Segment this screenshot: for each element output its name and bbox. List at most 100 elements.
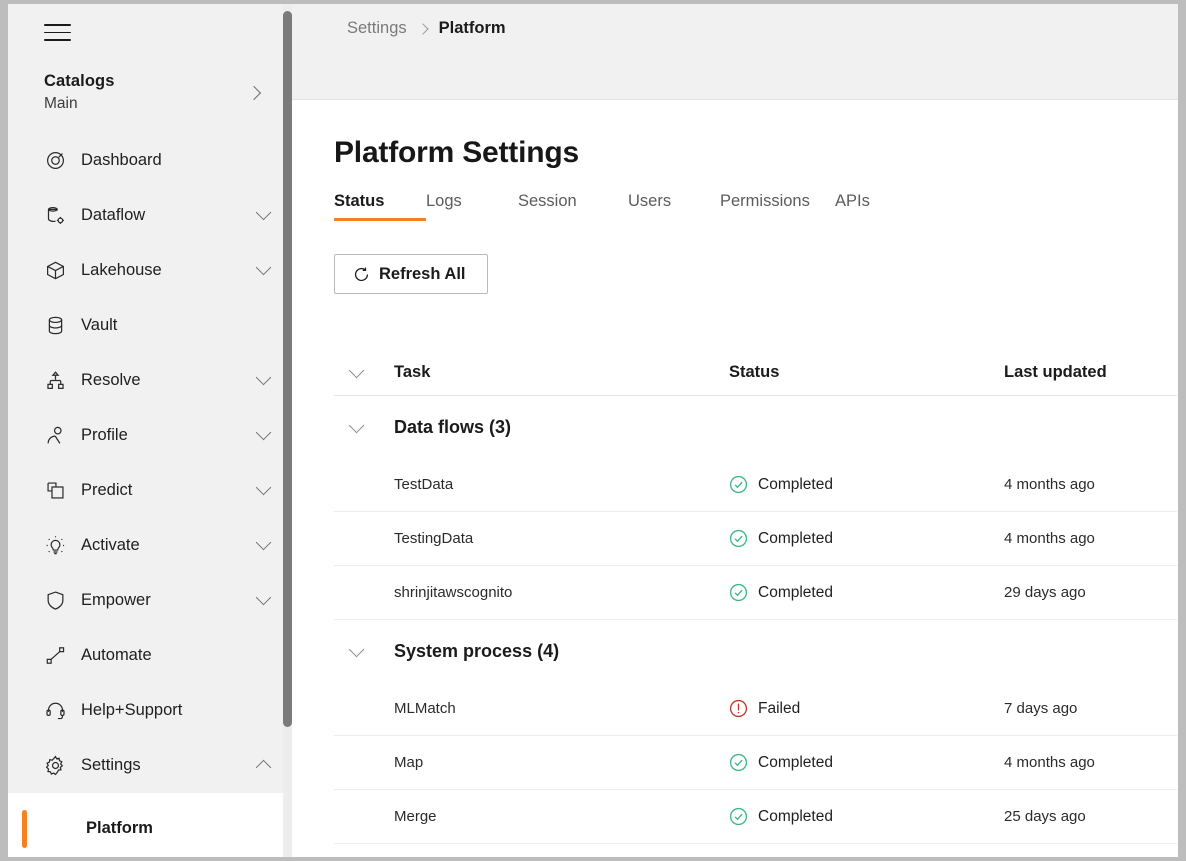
- cell-task: TestData: [394, 476, 729, 493]
- sidebar: Catalogs Main Dashboard: [8, 4, 291, 857]
- chevron-down-icon[interactable]: [256, 480, 272, 496]
- tab-users[interactable]: Users: [628, 192, 720, 225]
- cell-task: Merge: [394, 808, 729, 825]
- nodes-icon: [44, 644, 66, 666]
- table-row[interactable]: TestingData Completed 4 months ago: [334, 512, 1177, 566]
- refresh-all-button[interactable]: Refresh All: [334, 254, 488, 294]
- window-right-edge: [1178, 0, 1186, 861]
- topbar: Settings Platform: [292, 4, 1178, 100]
- sidebar-item-label: Dashboard: [81, 151, 269, 170]
- tab-apis[interactable]: APIs: [835, 192, 915, 225]
- chevron-down-icon[interactable]: [349, 417, 365, 433]
- sidebar-subitem-label: Platform: [86, 819, 153, 838]
- cell-status: Failed: [729, 699, 1004, 718]
- cell-task: TestingData: [394, 530, 729, 547]
- sidebar-item-resolve[interactable]: Resolve: [8, 353, 291, 408]
- chevron-down-icon[interactable]: [256, 425, 272, 441]
- tab-session[interactable]: Session: [518, 192, 628, 225]
- tab-status[interactable]: Status: [334, 192, 426, 225]
- sidebar-item-dashboard[interactable]: Dashboard: [8, 133, 291, 188]
- shield-icon: [44, 589, 66, 611]
- table-row[interactable]: shrinjitawscognito Completed 29 days ago: [334, 566, 1177, 620]
- lightbulb-icon: [44, 534, 66, 556]
- sidebar-item-label: Predict: [81, 481, 258, 500]
- sidebar-item-activate[interactable]: Activate: [8, 518, 291, 573]
- chevron-down-icon[interactable]: [256, 590, 272, 606]
- catalog-subtitle: Main: [44, 94, 114, 115]
- sidebar-item-label: Dataflow: [81, 206, 258, 225]
- breadcrumb: Settings Platform: [347, 19, 506, 38]
- table-row[interactable]: Merge Completed 25 days ago: [334, 790, 1177, 844]
- column-header-task[interactable]: Task: [394, 363, 729, 382]
- sidebar-item-settings[interactable]: Settings: [8, 738, 291, 793]
- sidebar-item-label: Settings: [81, 756, 258, 775]
- sidebar-item-vault[interactable]: Vault: [8, 298, 291, 353]
- column-header-status[interactable]: Status: [729, 363, 1004, 382]
- sidebar-item-label: Lakehouse: [81, 261, 258, 280]
- tab-bar: Status Logs Session Users Permissions AP…: [334, 192, 1178, 225]
- status-completed-icon: [729, 529, 748, 548]
- cell-status: Completed: [729, 529, 1004, 548]
- cell-status: Completed: [729, 475, 1004, 494]
- hamburger-icon[interactable]: [44, 24, 71, 41]
- breadcrumb-link-settings[interactable]: Settings: [347, 19, 407, 38]
- chevron-down-icon[interactable]: [349, 641, 365, 657]
- catalog-text: Catalogs Main: [44, 71, 114, 115]
- sidebar-item-help-support[interactable]: Help+Support: [8, 683, 291, 738]
- table-group-header[interactable]: System process (4): [334, 620, 1177, 682]
- table-row[interactable]: MLMatch Failed 7 days ago: [334, 682, 1177, 736]
- main-panel: Settings Platform Platform Settings Stat…: [292, 4, 1178, 857]
- sidebar-item-dataflow[interactable]: Dataflow: [8, 188, 291, 243]
- chevron-down-icon[interactable]: [256, 205, 272, 221]
- cube-icon: [44, 259, 66, 281]
- cell-task: shrinjitawscognito: [394, 584, 729, 601]
- status-failed-icon: [729, 699, 748, 718]
- sidebar-item-empower[interactable]: Empower: [8, 573, 291, 628]
- cell-last-updated: 7 days ago: [1004, 700, 1177, 717]
- sidebar-item-label: Help+Support: [81, 701, 269, 720]
- status-completed-icon: [729, 753, 748, 772]
- table-row[interactable]: Map Completed 4 months ago: [334, 736, 1177, 790]
- table-header: Task Status Last updated: [334, 349, 1177, 396]
- table-group-header[interactable]: Data flows (3): [334, 396, 1177, 458]
- cell-status: Completed: [729, 583, 1004, 602]
- sidebar-item-label: Automate: [81, 646, 269, 665]
- catalog-selector[interactable]: Catalogs Main: [8, 71, 291, 115]
- sidebar-item-predict[interactable]: Predict: [8, 463, 291, 518]
- sidebar-scrollbar[interactable]: [283, 4, 292, 857]
- group-collapse-cell[interactable]: [334, 420, 394, 435]
- sidebar-item-label: Profile: [81, 426, 258, 445]
- chevron-down-icon[interactable]: [256, 535, 272, 551]
- table-row[interactable]: TestData Completed 4 months ago: [334, 458, 1177, 512]
- sidebar-item-label: Empower: [81, 591, 258, 610]
- sidebar-scrollbar-thumb[interactable]: [283, 11, 292, 727]
- sidebar-item-profile[interactable]: Profile: [8, 408, 291, 463]
- chevron-down-icon[interactable]: [256, 260, 272, 276]
- chevron-up-icon[interactable]: [256, 760, 272, 776]
- catalog-title: Catalogs: [44, 71, 114, 93]
- status-label: Completed: [758, 808, 833, 826]
- sidebar-item-lakehouse[interactable]: Lakehouse: [8, 243, 291, 298]
- cell-last-updated: 4 months ago: [1004, 530, 1177, 547]
- database-icon: [44, 314, 66, 336]
- chevron-down-icon[interactable]: [256, 370, 272, 386]
- chevron-down-icon[interactable]: [349, 362, 365, 378]
- status-completed-icon: [729, 475, 748, 494]
- cell-last-updated: 4 months ago: [1004, 476, 1177, 493]
- sidebar-item-automate[interactable]: Automate: [8, 628, 291, 683]
- group-collapse-cell[interactable]: [334, 644, 394, 659]
- chevron-right-icon[interactable]: [247, 86, 261, 100]
- sidebar-subitem-platform[interactable]: Platform: [8, 793, 291, 857]
- status-label: Completed: [758, 584, 833, 602]
- column-header-last-updated[interactable]: Last updated: [1004, 363, 1177, 382]
- tab-permissions[interactable]: Permissions: [720, 192, 835, 225]
- tab-logs[interactable]: Logs: [426, 192, 518, 225]
- sidebar-scroll-content: Catalogs Main Dashboard: [8, 4, 291, 857]
- resolve-icon: [44, 369, 66, 391]
- status-table: Task Status Last updated Data flows (3) …: [334, 349, 1177, 844]
- page-title: Platform Settings: [334, 136, 1178, 170]
- cell-status: Completed: [729, 753, 1004, 772]
- cell-task: MLMatch: [394, 700, 729, 717]
- collapse-all-cell[interactable]: [334, 365, 394, 380]
- person-icon: [44, 424, 66, 446]
